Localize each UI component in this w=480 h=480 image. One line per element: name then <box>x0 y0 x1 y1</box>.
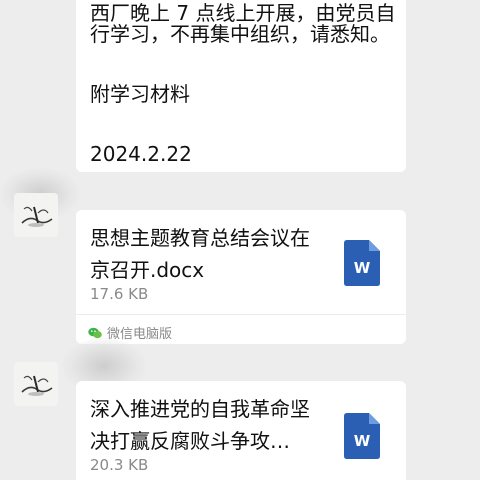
file-name: 思想主题教育总结会议在 <box>90 226 310 250</box>
file-size: 20.3 KB <box>90 456 149 474</box>
word-file-icon: W <box>344 240 380 286</box>
file-name: 京召开.docx <box>90 258 205 282</box>
word-icon-letter: W <box>354 259 371 277</box>
text-message-bubble[interactable]: 西厂晚上 7 点线上开展，由党员自 行学习，不再集中组织，请悉知。 附学习材料 … <box>76 0 406 172</box>
ink-painting-avatar <box>14 362 58 406</box>
ink-painting-avatar <box>14 193 58 237</box>
message-date: 2024.2.22 <box>90 142 192 166</box>
message-line: 行学习，不再集中组织，请悉知。 <box>90 22 390 46</box>
file-message-bubble[interactable]: 思想主题教育总结会议在 京召开.docx 17.6 KB W 微信电脑版 <box>76 210 406 344</box>
wechat-logo-icon <box>88 327 102 338</box>
word-icon-letter: W <box>354 432 371 450</box>
file-name: 决打赢反腐败斗争攻… <box>90 429 290 453</box>
word-file-icon: W <box>344 413 380 459</box>
bubble-divider <box>76 314 406 315</box>
sender-avatar[interactable] <box>14 362 58 406</box>
file-size: 17.6 KB <box>90 285 149 303</box>
file-name: 深入推进党的自我革命坚 <box>90 397 310 421</box>
file-message-bubble[interactable]: 深入推进党的自我革命坚 决打赢反腐败斗争攻… 20.3 KB W <box>76 381 406 480</box>
sender-avatar[interactable] <box>14 193 58 237</box>
message-line: 附学习材料 <box>90 82 190 106</box>
